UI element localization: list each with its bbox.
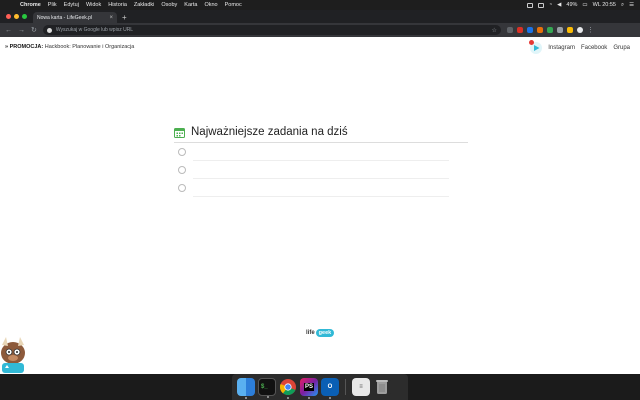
task-checkbox[interactable] — [178, 166, 186, 174]
task-item[interactable] — [174, 143, 468, 161]
phpstorm-icon[interactable]: PS — [300, 378, 318, 399]
battery-percent[interactable]: 49% — [566, 2, 577, 8]
menu-item-okno[interactable]: Okno — [204, 2, 217, 8]
top-links: Instagram Facebook Grupa — [529, 40, 630, 54]
dock-separator — [345, 379, 346, 395]
forward-icon[interactable]: → — [18, 27, 25, 34]
bookmark-star-icon[interactable]: ☆ — [491, 27, 496, 34]
tasks-widget: Najważniejsze zadania na dziś — [174, 125, 468, 197]
extension-icon[interactable] — [506, 27, 513, 33]
menu-dots-icon[interactable]: ⋮ — [587, 26, 594, 34]
extensions-area: ⋮ — [506, 26, 594, 34]
preview-icon[interactable]: ≡ — [352, 378, 370, 396]
tasks-title: Najważniejsze zadania na dziś — [191, 126, 348, 138]
window-controls — [0, 14, 33, 23]
task-item[interactable] — [174, 179, 468, 197]
volume-icon[interactable]: ◀ — [557, 2, 561, 8]
facebook-link[interactable]: Facebook — [581, 45, 607, 51]
search-icon[interactable]: ⌕ — [621, 2, 624, 9]
menu-item-historia[interactable]: Historia — [108, 2, 127, 8]
menu-item-osoby[interactable]: Osoby — [161, 2, 177, 8]
promo-banner[interactable]: » PROMOCJA: Hackbook: Planowanie i Organ… — [5, 44, 134, 50]
grupa-link[interactable]: Grupa — [613, 45, 630, 51]
battery-icon[interactable]: ▭ — [582, 2, 587, 8]
task-input[interactable] — [193, 161, 449, 179]
clock[interactable]: WL 20:55 — [593, 2, 616, 8]
tasks-header: Najważniejsze zadania na dziś — [174, 125, 468, 143]
status-icon[interactable] — [526, 2, 533, 8]
task-checkbox[interactable] — [178, 184, 186, 192]
profile-avatar[interactable] — [576, 27, 583, 33]
extension-icon[interactable] — [536, 27, 543, 33]
google-icon — [46, 27, 52, 33]
lifegeek-footer-logo[interactable]: life geek — [306, 329, 335, 337]
browser-tab-strip: Nowa karta - LifeGeek.pl × + — [0, 10, 640, 23]
status-icon[interactable] — [537, 2, 544, 8]
tab-title: Nowa karta - LifeGeek.pl — [37, 14, 93, 21]
promo-prefix: » PROMOCJA: — [5, 44, 44, 50]
extension-icon[interactable] — [546, 27, 553, 33]
extension-icon[interactable] — [516, 27, 523, 33]
footer-logo-geek: geek — [315, 329, 335, 337]
extension-icon[interactable] — [526, 27, 533, 33]
omnibox[interactable]: Wyszukaj w Google lub wpisz URL ☆ — [42, 25, 501, 35]
macos-dock: $_ PS O ≡ — [232, 374, 408, 400]
menu-item-edytuj[interactable]: Edytuj — [64, 2, 79, 8]
zoom-window-button[interactable] — [22, 14, 27, 19]
extension-icon[interactable] — [566, 27, 573, 33]
task-input[interactable] — [193, 179, 449, 197]
extension-icon[interactable] — [556, 27, 563, 33]
outlook-icon[interactable]: O — [321, 378, 339, 399]
footer-logo-life: life — [306, 330, 315, 336]
menu-item-widok[interactable]: Widok — [86, 2, 101, 8]
finder-icon[interactable] — [237, 378, 255, 399]
menu-item-pomoc[interactable]: Pomoc — [225, 2, 242, 8]
omnibox-placeholder: Wyszukaj w Google lub wpisz URL — [55, 27, 134, 33]
macos-menu-bar: Chrome Plik Edytuj Widok Historia Zakład… — [0, 0, 640, 10]
menu-item-karta[interactable]: Karta — [184, 2, 197, 8]
menu-item-plik[interactable]: Plik — [48, 2, 57, 8]
terminal-icon[interactable]: $_ — [258, 378, 276, 398]
reload-icon[interactable]: ↻ — [31, 26, 37, 34]
chrome-icon[interactable] — [279, 378, 297, 399]
new-tab-button[interactable]: + — [122, 13, 127, 22]
close-tab-icon[interactable]: × — [109, 15, 113, 21]
back-icon[interactable]: ← — [5, 27, 12, 34]
menu-item-zakladki[interactable]: Zakładki — [134, 2, 154, 8]
task-item[interactable] — [174, 161, 468, 179]
lifegeek-logo-icon[interactable] — [529, 40, 543, 54]
trash-icon[interactable] — [373, 378, 391, 396]
close-window-button[interactable] — [6, 14, 11, 19]
new-tab-page: » PROMOCJA: Hackbook: Planowanie i Organ… — [0, 37, 640, 374]
control-center-icon[interactable]: ☰ — [629, 2, 634, 8]
instagram-link[interactable]: Instagram — [548, 45, 575, 51]
task-checkbox[interactable] — [178, 148, 186, 156]
wifi-icon[interactable]: ◔ — [549, 2, 552, 8]
promo-link[interactable]: Hackbook: Planowanie i Organizacja — [45, 44, 135, 50]
minimize-window-button[interactable] — [14, 14, 19, 19]
browser-toolbar: ← → ↻ Wyszukaj w Google lub wpisz URL ☆ … — [0, 23, 640, 37]
menu-app-name[interactable]: Chrome — [20, 2, 41, 8]
task-input[interactable] — [193, 143, 449, 161]
mascot-icon — [1, 337, 25, 373]
browser-tab-active[interactable]: Nowa karta - LifeGeek.pl × — [33, 12, 117, 23]
calendar-icon — [174, 127, 185, 138]
